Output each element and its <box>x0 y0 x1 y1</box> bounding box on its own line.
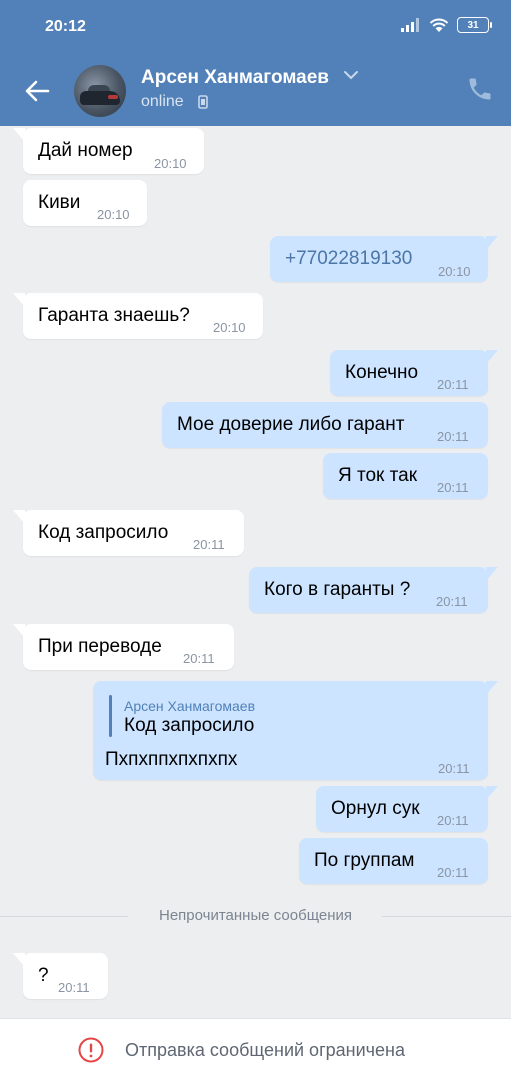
warning-icon <box>78 1037 104 1063</box>
chat-header: Арсен Ханмагомаев online <box>0 56 511 126</box>
message-time: 20:10 <box>438 264 471 279</box>
message-text: Я ток так <box>338 465 418 486</box>
message-outgoing[interactable]: Орнул сук 20:11 <box>316 786 498 832</box>
battery-icon: 31 <box>457 17 492 33</box>
reply-quote-bar <box>109 695 112 737</box>
message-text: Кого в гаранты ? <box>264 579 411 600</box>
call-icon[interactable] <box>466 75 494 103</box>
mobile-phone-icon <box>198 95 208 109</box>
contact-status: online <box>141 93 184 110</box>
message-incoming[interactable]: Код запросило 20:11 <box>13 510 244 556</box>
message-outgoing[interactable]: По группам 20:11 <box>299 838 488 884</box>
signal-icon <box>401 18 419 32</box>
message-text: При переводе <box>38 636 162 657</box>
contact-name[interactable]: Арсен Ханмагомаев <box>141 67 329 89</box>
message-incoming[interactable]: Киви 20:10 <box>23 180 147 226</box>
message-outgoing-reply[interactable]: Арсен Ханмагомаев Код запросило Пхпхппхп… <box>93 681 498 780</box>
message-incoming[interactable]: При переводе 20:11 <box>13 624 234 670</box>
wifi-icon <box>429 18 449 32</box>
message-time: 20:10 <box>97 207 130 222</box>
avatar[interactable] <box>74 65 126 117</box>
message-incoming[interactable]: Дай номер 20:10 <box>13 128 204 174</box>
message-time: 20:10 <box>213 320 246 335</box>
unread-divider: Непрочитанные сообщения <box>0 906 511 926</box>
message-time: 20:11 <box>438 761 470 776</box>
restricted-notice-bar: Отправка сообщений ограничена <box>0 1018 511 1080</box>
message-time: 20:10 <box>154 156 187 171</box>
message-time: 20:11 <box>437 429 469 444</box>
message-text: Конечно <box>345 362 419 383</box>
reply-author[interactable]: Арсен Ханмагомаев <box>124 695 255 717</box>
status-time: 20:12 <box>45 18 86 35</box>
back-arrow-icon[interactable] <box>22 76 52 106</box>
message-outgoing[interactable]: Я ток так 20:11 <box>323 453 488 499</box>
message-incoming[interactable]: ? 20:11 <box>13 953 108 999</box>
message-outgoing[interactable]: Конечно 20:11 <box>330 350 498 396</box>
message-text: Гаранта знаешь? <box>38 305 190 326</box>
message-outgoing[interactable]: +77022819130 20:10 <box>270 236 498 282</box>
message-list[interactable]: Дай номер 20:10 Киви 20:10 +77022819130 … <box>0 126 511 1018</box>
message-text: +77022819130 <box>285 248 413 269</box>
message-outgoing[interactable]: Мое доверие либо гарант 20:11 <box>162 402 488 448</box>
message-time: 20:11 <box>437 813 469 828</box>
message-time: 20:11 <box>193 537 225 552</box>
message-incoming[interactable]: Гаранта знаешь? 20:10 <box>13 293 263 339</box>
message-time: 20:11 <box>437 480 469 495</box>
message-time: 20:11 <box>183 651 215 666</box>
message-text: Киви <box>38 192 81 213</box>
message-time: 20:11 <box>58 980 90 995</box>
message-text: Орнул сук <box>331 798 420 819</box>
message-text: Пхпхппхпхпхпх <box>105 749 238 770</box>
message-text: Мое доверие либо гарант <box>177 414 405 435</box>
message-text: ? <box>38 965 49 986</box>
reply-text[interactable]: Код запросило <box>124 715 254 737</box>
message-text: Дай номер <box>38 140 133 161</box>
chevron-down-icon[interactable] <box>343 70 359 80</box>
message-text: По группам <box>314 850 415 871</box>
status-icons: 31 <box>401 17 492 33</box>
message-time: 20:11 <box>436 594 468 609</box>
battery-level: 31 <box>467 19 479 31</box>
status-bar: 20:12 31 <box>0 0 511 56</box>
message-outgoing[interactable]: Кого в гаранты ? 20:11 <box>249 567 498 613</box>
restricted-notice-text: Отправка сообщений ограничена <box>125 1040 405 1060</box>
message-text: Код запросило <box>38 522 169 543</box>
message-time: 20:11 <box>437 377 469 392</box>
message-time: 20:11 <box>437 865 469 880</box>
